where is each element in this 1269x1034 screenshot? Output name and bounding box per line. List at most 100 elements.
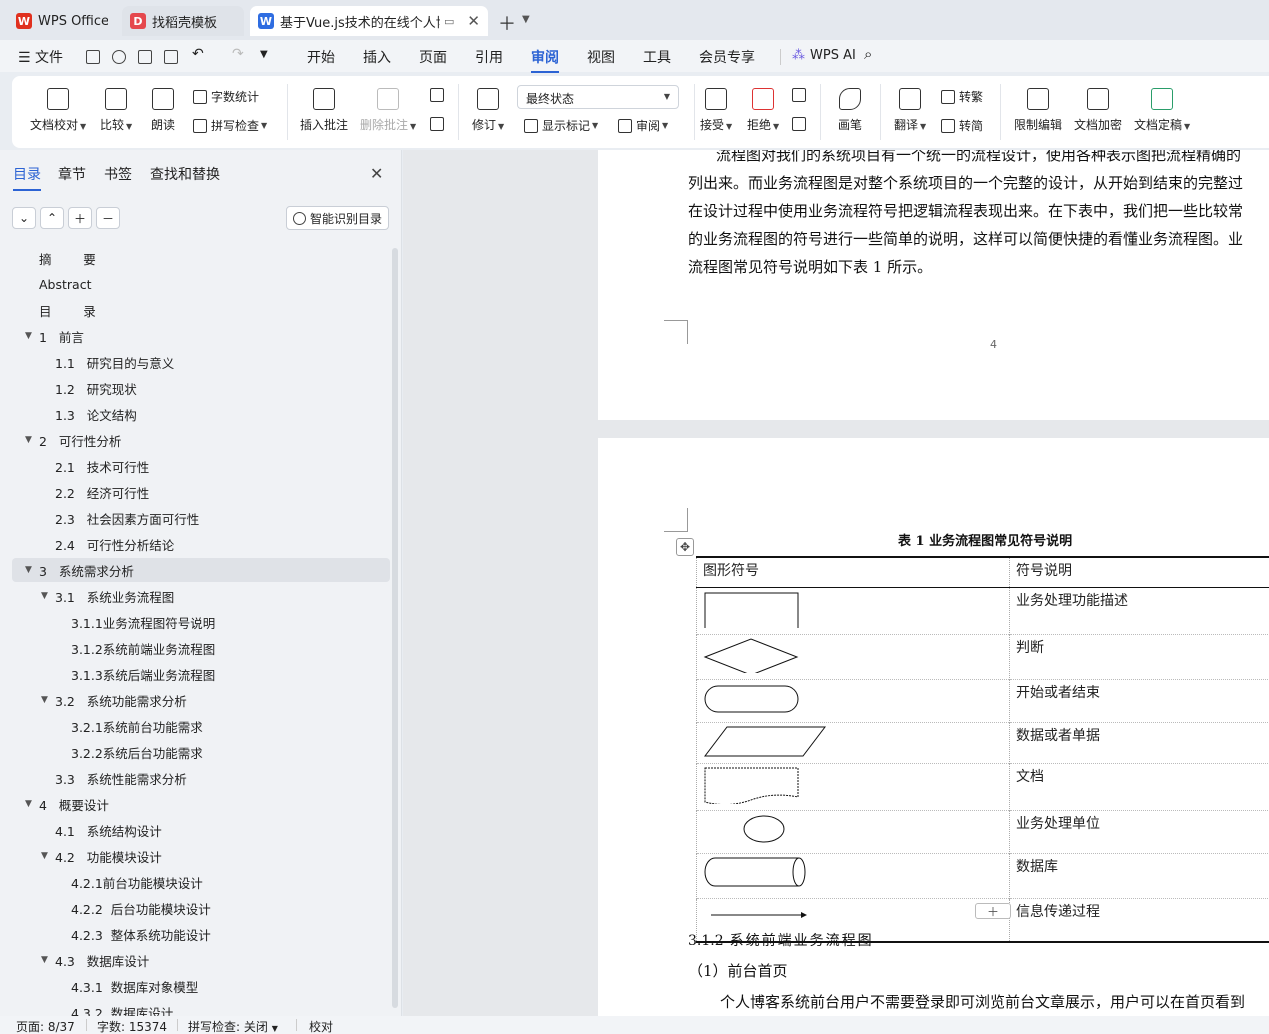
description-cell[interactable]: 数据或者单据 [1009,722,1269,763]
ink-button[interactable]: 画笔 [838,88,862,133]
menu-view[interactable]: 视图 [587,47,615,67]
tab-wps-office[interactable]: W WPS Office [8,6,116,36]
redo-icon[interactable]: ↷ [232,46,244,62]
file-menu[interactable]: ☰ 文件 [18,47,63,67]
toc-item[interactable]: ▼ 3.2 系统功能需求分析 [12,688,390,712]
toc-item[interactable]: 4.3.1 数据库对象模型 [12,974,390,998]
print-preview-icon[interactable] [164,50,178,64]
toc-item[interactable]: 2.1 技术可行性 [12,454,390,478]
shape-cell[interactable] [696,634,1010,679]
add-icon[interactable]: ＋ [68,207,92,229]
collapse-caret-icon[interactable]: ▼ [41,695,48,705]
spell-check-status[interactable]: 拼写检查: 关闭 ▼ [188,1018,278,1034]
monitor-icon[interactable]: ▭ [444,15,454,28]
tab-find-replace[interactable]: 查找和替换 [150,164,220,184]
add-row-icon[interactable]: ＋ [975,903,1011,919]
previous-comment-icon[interactable] [430,88,448,102]
show-markup-button[interactable]: 显示标记 ▼ [524,117,598,134]
collapse-caret-icon[interactable]: ▼ [41,955,48,965]
toc-item[interactable]: 4.2.2 后台功能模块设计 [12,896,390,920]
toc-item[interactable]: ▼ 4 概要设计 [12,792,390,816]
description-cell[interactable]: 开始或者结束 [1009,679,1269,722]
move-handle-icon[interactable]: ✥ [676,538,694,556]
tab-toc[interactable]: 目录 [13,164,41,191]
compare-button[interactable]: 比较 ▼ [100,88,132,133]
description-cell[interactable]: 业务处理功能描述 [1009,587,1269,634]
delete-comment-button[interactable]: 删除批注 ▼ [360,88,416,133]
toc-item[interactable]: ▼ 2 可行性分析 [12,428,390,452]
toc-scrollbar[interactable] [392,248,398,1008]
accept-button[interactable]: 接受 ▼ [700,88,732,133]
finalize-button[interactable]: 文档定稿 ▼ [1134,88,1190,133]
smart-toc-button[interactable]: 智能识别目录 [286,206,389,230]
next-comment-icon[interactable] [430,117,448,131]
shape-cell[interactable] [696,810,1010,853]
next-change-icon[interactable] [792,117,810,131]
restrict-edit-button[interactable]: 限制编辑 [1014,88,1062,133]
collapse-caret-icon[interactable]: ▼ [25,435,32,445]
collapse-up-icon[interactable]: ⌃ [40,207,64,229]
toc-item[interactable]: 1.3 论文结构 [12,402,390,426]
shape-cell[interactable] [696,763,1010,810]
toc-item[interactable]: ▼ 3 系统需求分析 [12,558,390,582]
toc-item[interactable]: 3.1.2系统前端业务流程图 [12,636,390,660]
table-header-cell[interactable]: 符号说明 [1009,557,1269,587]
shape-cell[interactable] [696,853,1010,898]
menu-start[interactable]: 开始 [307,47,335,67]
chevron-down-icon[interactable]: ▼ [522,14,530,25]
wps-ai-button[interactable]: WPS AI [810,48,856,63]
menu-insert[interactable]: 插入 [363,47,391,67]
expand-down-icon[interactable]: ⌄ [12,207,36,229]
markup-status-select[interactable]: 最终状态 ▼ [517,85,679,109]
save-icon[interactable] [86,50,100,64]
shape-cell[interactable] [696,722,1010,763]
tab-sections[interactable]: 章节 [58,164,86,184]
description-cell[interactable]: 业务处理单位 [1009,810,1269,853]
toc-item[interactable]: 摘 要 [12,246,390,270]
remove-icon[interactable]: － [96,207,120,229]
close-icon[interactable]: ✕ [467,12,480,30]
proofread-status[interactable]: 校对 [309,1018,333,1034]
menu-page[interactable]: 页面 [419,47,447,67]
toc-item[interactable]: 3.1.1业务流程图符号说明 [12,610,390,634]
toc-item[interactable]: ▼ 3.1 系统业务流程图 [12,584,390,608]
toc-item[interactable]: 4.2.1前台功能模块设计 [12,870,390,894]
spell-check-button[interactable]: 拼写检查 ▼ [193,117,267,134]
shape-cell[interactable] [696,679,1010,722]
symbol-table[interactable]: 图形符号 符号说明 业务处理功能描述 判断 开始或者结束 数据或者单据 文档 业务处理单位… [696,556,1269,943]
toc-item[interactable]: 1.2 研究现状 [12,376,390,400]
table-header-cell[interactable]: 图形符号 [696,557,1010,587]
toc-item[interactable]: 2.4 可行性分析结论 [12,532,390,556]
translate-button[interactable]: 翻译 ▼ [894,88,926,133]
toc-item[interactable]: ▼ 1 前言 [12,324,390,348]
toc-item[interactable]: 2.3 社会因素方面可行性 [12,506,390,530]
encrypt-button[interactable]: 文档加密 [1074,88,1122,133]
print-icon[interactable] [138,50,152,64]
chevron-down-icon[interactable]: ▼ [260,49,268,60]
toc-item[interactable]: 3.1.3系统后端业务流程图 [12,662,390,686]
toc-item[interactable]: 4.2.3 整体系统功能设计 [12,922,390,946]
collapse-caret-icon[interactable]: ▼ [41,591,48,601]
word-count-status[interactable]: 字数: 15374 [97,1018,167,1034]
menu-tools[interactable]: 工具 [643,47,671,67]
search-icon[interactable]: ⌕ [864,45,872,63]
toc-item[interactable]: 4.1 系统结构设计 [12,818,390,842]
to-simplified-button[interactable]: 转简 [941,117,983,134]
undo-icon[interactable]: ↶ [192,46,204,62]
track-changes-button[interactable]: 修订 ▼ [472,88,504,133]
tab-bookmarks[interactable]: 书签 [104,164,132,184]
toc-item[interactable]: 2.2 经济可行性 [12,480,390,504]
menu-review[interactable]: 审阅 [531,47,559,73]
description-cell[interactable]: 判断 [1009,634,1269,679]
description-cell[interactable]: 信息传递过程 [1009,898,1269,942]
previous-change-icon[interactable] [792,88,810,102]
toc-item[interactable]: 目 录 [12,298,390,322]
collapse-caret-icon[interactable]: ▼ [25,331,32,341]
toc-item[interactable]: 3.3 系统性能需求分析 [12,766,390,790]
collapse-caret-icon[interactable]: ▼ [25,799,32,809]
insert-comment-button[interactable]: 插入批注 [300,88,348,133]
toc-item[interactable]: 1.1 研究目的与意义 [12,350,390,374]
description-cell[interactable]: 数据库 [1009,853,1269,898]
proofread-button[interactable]: 文档校对 ▼ [30,88,86,133]
description-cell[interactable]: 文档 [1009,763,1269,810]
